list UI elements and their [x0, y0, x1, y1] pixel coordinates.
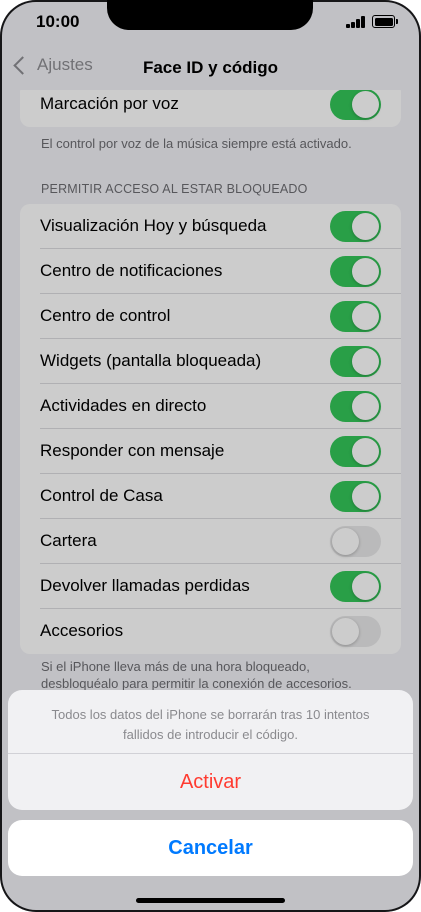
message-line: fallidos de introducir el código. — [123, 727, 298, 742]
message-line: Todos los datos del iPhone se borrarán t… — [51, 707, 370, 722]
phone-screen: 10:00 Ajustes Face ID y código Marcación… — [0, 0, 421, 912]
cancel-button[interactable]: Cancelar — [8, 820, 413, 876]
action-sheet: Todos los datos del iPhone se borrarán t… — [8, 690, 413, 810]
home-indicator[interactable] — [136, 898, 285, 903]
action-sheet-message: Todos los datos del iPhone se borrarán t… — [28, 705, 393, 745]
activate-button[interactable]: Activar — [8, 754, 413, 810]
